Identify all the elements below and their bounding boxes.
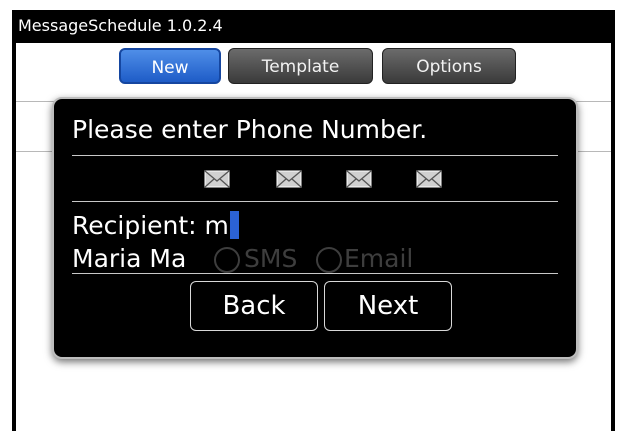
text-cursor [229,211,239,239]
tab-bar: New Template Options [16,43,611,89]
app-title: MessageSchedule 1.0.2.4 [18,16,223,35]
sms-option-label: SMS [244,244,298,273]
envelope-icon [346,170,372,188]
device-screen: MessageSchedule 1.0.2.4 New Template Opt… [12,10,615,431]
envelope-icon [416,170,442,188]
tab-template[interactable]: Template [228,48,373,84]
recipient-field[interactable]: Recipient: m [72,211,239,240]
divider [72,273,558,274]
recipient-label: Recipient: [72,211,197,240]
envelope-icon [276,170,302,188]
tab-new[interactable]: New [119,48,221,84]
email-option-label: Email [344,244,414,273]
contact-suggestion[interactable]: Maria Ma [72,244,186,273]
recipient-input[interactable]: m [205,211,229,240]
main-screen: New Template Options Please enter Phone … [16,43,611,431]
envelope-icon [204,170,230,188]
sms-radio [214,247,240,273]
divider [72,155,558,156]
tab-options[interactable]: Options [382,48,516,84]
next-button[interactable]: Next [324,281,452,331]
phone-number-dialog: Please enter Phone Number. Recipient: m … [52,97,578,359]
divider [72,201,558,202]
dialog-prompt: Please enter Phone Number. [72,115,428,144]
email-radio [316,247,342,273]
back-button[interactable]: Back [190,281,318,331]
